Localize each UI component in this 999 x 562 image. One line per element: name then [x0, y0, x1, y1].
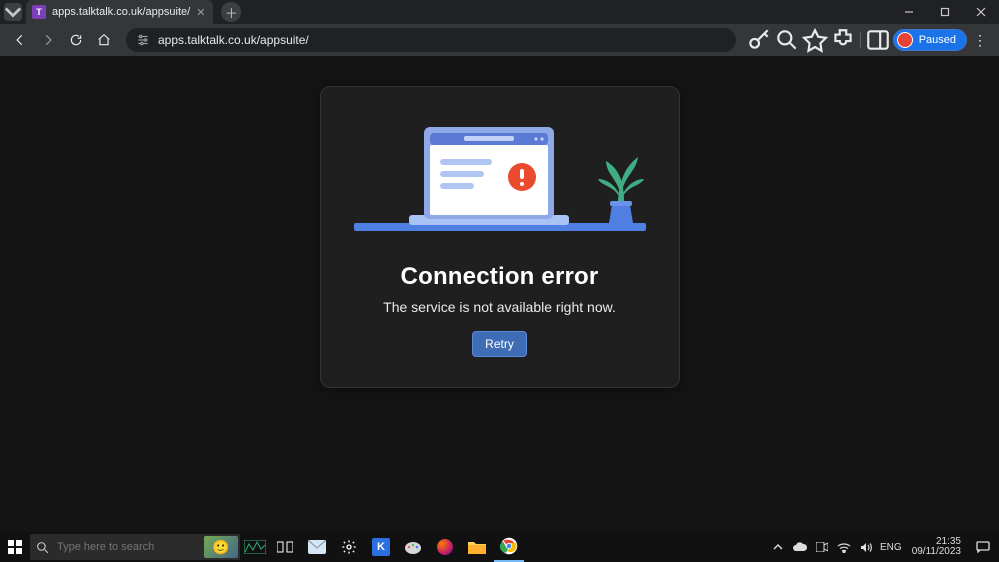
tray-onedrive-icon[interactable]	[792, 542, 808, 552]
app-k-icon[interactable]: K	[366, 532, 396, 562]
taskview-icon[interactable]	[270, 532, 300, 562]
address-bar[interactable]: apps.talktalk.co.uk/appsuite/	[126, 28, 736, 52]
profile-chip[interactable]: Paused	[893, 29, 967, 51]
profile-label: Paused	[919, 34, 956, 46]
app-file-explorer-icon[interactable]	[462, 532, 492, 562]
profile-avatar-icon	[897, 32, 913, 48]
windows-taskbar: 🙂 K ENG	[0, 532, 999, 562]
new-tab-button[interactable]: ＋	[221, 2, 241, 22]
tray-clock[interactable]: 21:35 09/11/2023	[908, 537, 965, 558]
password-key-icon[interactable]	[746, 28, 772, 52]
tray-notifications-icon[interactable]	[971, 532, 995, 562]
tab-title: apps.talktalk.co.uk/appsuite/	[52, 6, 190, 18]
url-text: apps.talktalk.co.uk/appsuite/	[158, 33, 309, 47]
browser-tab[interactable]: T apps.talktalk.co.uk/appsuite/ ✕	[26, 0, 213, 24]
tab-favicon: T	[32, 5, 46, 19]
extensions-icon[interactable]	[830, 28, 856, 52]
app-chrome-icon[interactable]	[494, 532, 524, 562]
taskbar-pinned-apps: K	[270, 532, 524, 562]
error-message: The service is not available right now.	[383, 299, 616, 315]
error-heading: Connection error	[401, 263, 599, 291]
toolbar-right-icons: Paused ⋮	[746, 28, 991, 52]
toolbar-separator	[860, 32, 861, 48]
tray-meet-icon[interactable]	[814, 542, 830, 552]
system-tray: ENG 21:35 09/11/2023	[770, 532, 999, 562]
search-icon	[36, 541, 49, 554]
site-settings-icon[interactable]	[136, 33, 150, 47]
minimize-button[interactable]	[891, 0, 927, 24]
error-illustration	[354, 115, 646, 235]
app-circle-icon[interactable]	[430, 532, 460, 562]
close-window-button[interactable]	[963, 0, 999, 24]
tab-strip: T apps.talktalk.co.uk/appsuite/ ✕ ＋	[0, 0, 241, 24]
app-paint-icon[interactable]	[398, 532, 428, 562]
app-mail-icon[interactable]	[302, 532, 332, 562]
tray-volume-icon[interactable]	[858, 542, 874, 553]
taskbar-search[interactable]: 🙂	[30, 534, 240, 560]
page-viewport: Connection error The service is not avai…	[0, 56, 999, 532]
back-button[interactable]	[8, 28, 32, 52]
window-controls	[891, 0, 999, 24]
start-button[interactable]	[0, 532, 30, 562]
side-panel-icon[interactable]	[865, 28, 891, 52]
browser-title-bar: T apps.talktalk.co.uk/appsuite/ ✕ ＋	[0, 0, 999, 24]
tray-date: 09/11/2023	[912, 547, 961, 558]
tab-search-dropdown-icon[interactable]	[4, 3, 22, 21]
maximize-button[interactable]	[927, 0, 963, 24]
search-highlight-thumb[interactable]: 🙂	[204, 536, 238, 558]
forward-button[interactable]	[36, 28, 60, 52]
app-settings-icon[interactable]	[334, 532, 364, 562]
tab-close-icon[interactable]: ✕	[196, 6, 205, 19]
tray-chevron-icon[interactable]	[770, 542, 786, 552]
tray-language[interactable]: ENG	[880, 542, 902, 553]
error-card: Connection error The service is not avai…	[320, 86, 680, 388]
retry-button[interactable]: Retry	[472, 331, 527, 357]
home-button[interactable]	[92, 28, 116, 52]
perf-meter-icon[interactable]	[244, 538, 266, 556]
bookmark-star-icon[interactable]	[802, 28, 828, 52]
reload-button[interactable]	[64, 28, 88, 52]
browser-toolbar: apps.talktalk.co.uk/appsuite/ Paused ⋮	[0, 24, 999, 56]
zoom-icon[interactable]	[774, 28, 800, 52]
tray-wifi-icon[interactable]	[836, 542, 852, 553]
chrome-menu-icon[interactable]: ⋮	[969, 32, 991, 49]
